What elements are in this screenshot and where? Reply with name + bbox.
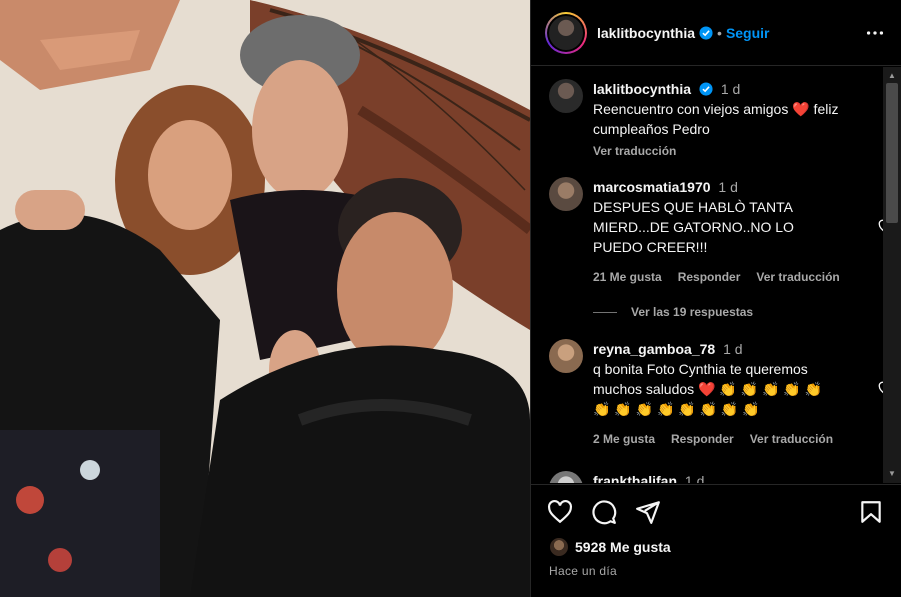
post-time[interactable]: Hace un día [549,564,617,578]
author-avatar[interactable] [545,11,587,54]
share-icon[interactable] [635,499,663,527]
photo-illustration [0,0,530,597]
scroll-down-arrow-icon[interactable]: ▼ [887,469,897,479]
see-translation-button[interactable]: Ver traducción [756,267,839,287]
comment-icon[interactable] [591,499,619,527]
reply-button[interactable]: Responder [671,429,734,449]
comment-actions: 2 Me gusta Responder Ver traducción [593,429,843,449]
likes-summary: 5928 Me gusta [549,537,671,557]
comment-time[interactable]: 1 d [685,473,704,483]
caption-text: Reencuentro con viejos amigos ❤️ feliz c… [593,99,873,139]
post-footer: 5928 Me gusta Hace un día [531,484,901,597]
view-replies-button[interactable]: Ver las 19 respuestas [593,305,753,319]
caption-see-translation[interactable]: Ver traducción [593,141,873,161]
comment-avatar[interactable] [549,177,583,211]
post-header: laklitbocynthia • Seguir [531,0,901,66]
caption-text-part1: Reencuentro con viejos amigos [593,101,789,117]
comments-scrollbar[interactable]: ▲ ▼ [883,67,901,483]
comment-item: frankthalifan 1 d [549,471,879,483]
scroll-up-arrow-icon[interactable]: ▲ [887,71,897,81]
scroll-thumb[interactable] [886,83,898,223]
comment-item: reyna_gamboa_78 1 d q bonita Foto Cynthi… [549,339,879,449]
comment-likes[interactable]: 2 Me gusta [593,429,655,449]
verified-icon [699,82,713,96]
comment-text: q bonita Foto Cynthia te queremos muchos… [593,361,823,417]
author-username[interactable]: laklitbocynthia [597,25,695,41]
see-translation-button[interactable]: Ver traducción [750,429,833,449]
post-details-panel: laklitbocynthia • Seguir laklitbocynthia… [530,0,901,597]
likes-count[interactable]: 5928 Me gusta [575,539,671,555]
follow-button[interactable]: Seguir [726,25,770,41]
liker-avatar[interactable] [549,537,569,557]
more-options-icon[interactable] [863,21,887,45]
author-avatar-image [549,15,583,50]
bookmark-icon[interactable] [858,499,886,527]
reply-button[interactable]: Responder [678,267,741,287]
caption: laklitbocynthia 1 d Reencuentro con viej… [549,79,879,161]
caption-avatar[interactable] [549,79,583,113]
comment-avatar[interactable] [549,471,583,483]
heart-icon[interactable] [547,499,575,527]
action-bar [547,499,886,527]
comment-time[interactable]: 1 d [723,341,742,357]
comments-list[interactable]: laklitbocynthia 1 d Reencuentro con viej… [531,67,901,483]
comment-time[interactable]: 1 d [718,179,737,195]
view-replies-label: Ver las 19 respuestas [631,305,754,319]
comment-username[interactable]: reyna_gamboa_78 [593,341,715,357]
heart-emoji: ❤️ [792,101,810,117]
comment-username[interactable]: frankthalifan [593,473,677,483]
separator-dot: • [717,24,722,41]
post-photo [0,0,530,597]
comment-item: marcosmatia1970 1 d DESPUES QUE HABLÒ TA… [549,177,879,287]
caption-time[interactable]: 1 d [721,81,740,97]
verified-icon [699,25,713,40]
comment-avatar[interactable] [549,339,583,373]
comment-text: DESPUES QUE HABLÒ TANTA MIERD...DE GATOR… [593,199,794,255]
comment-likes[interactable]: 21 Me gusta [593,267,662,287]
comment-actions: 21 Me gusta Responder Ver traducción [593,267,840,287]
caption-username[interactable]: laklitbocynthia [593,81,691,97]
comment-username[interactable]: marcosmatia1970 [593,179,711,195]
